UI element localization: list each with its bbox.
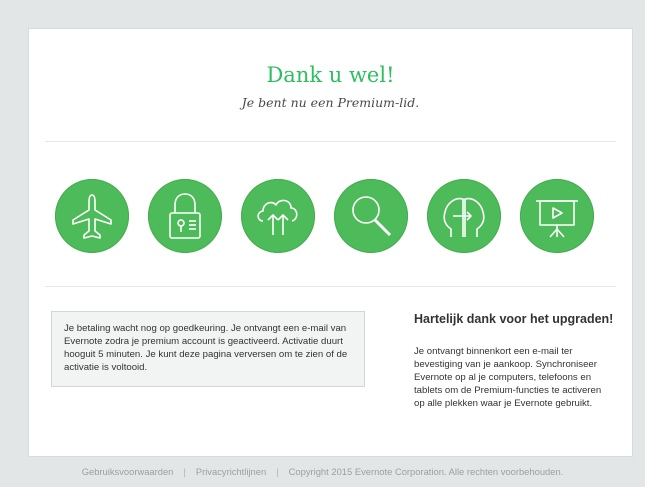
payment-status-box: Je betaling wacht nog op goedkeuring. Je… [51,311,365,387]
terms-link[interactable]: Gebruiksvoorwaarden [82,466,174,477]
premium-features-icons [55,179,595,255]
footer: Gebruiksvoorwaarden | Privacyrichtlijnen | C… [0,466,645,477]
thanks-body: Je ontvangt binnenkort een e-mail ter be… [414,346,602,409]
divider [45,286,616,287]
divider [45,141,616,142]
magnifier-icon [334,179,408,253]
footer-separator: | [276,466,279,477]
privacy-link[interactable]: Privacyrichtlijnen [196,466,266,477]
cloud-sync-icon [241,179,315,253]
confirmation-card: Dank u wel! Je bent nu een Premium-lid. [28,28,633,457]
page-title: Dank u wel! [266,63,395,87]
presentation-screen-icon [520,179,594,253]
padlock-icon [148,179,222,253]
airplane-icon [55,179,129,253]
page-subtitle: Je bent nu een Premium-lid. [241,95,420,110]
copyright-text: Copyright 2015 Evernote Corporation. All… [288,466,564,477]
payment-status-text: Je betaling wacht nog op goedkeuring. Je… [64,323,348,373]
thanks-heading: Hartelijk dank voor het upgraden! [414,312,614,326]
footer-separator: | [183,466,186,477]
presentation-heads-icon [427,179,501,253]
